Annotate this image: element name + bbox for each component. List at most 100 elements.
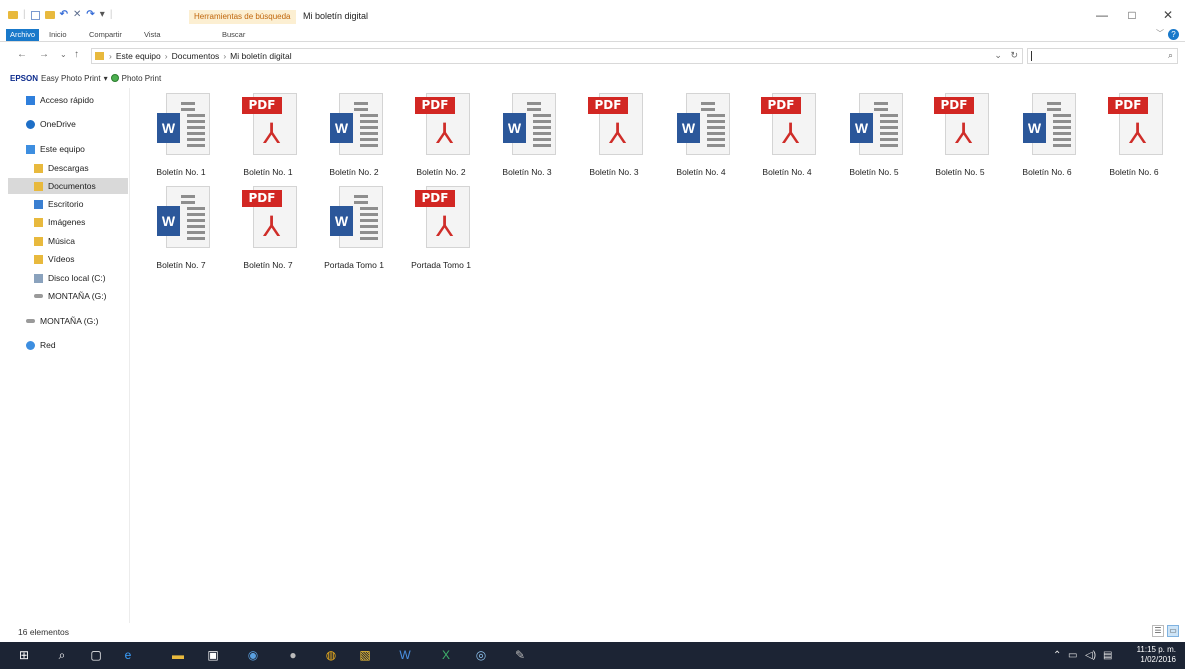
sidebar-item-label: Imágenes — [48, 217, 86, 227]
sidebar-item-4[interactable]: Descargas — [34, 160, 89, 176]
large-icons-view-button[interactable]: ▭ — [1167, 625, 1179, 637]
edge-icon[interactable]: e — [120, 647, 136, 663]
system-clock[interactable]: 11:15 p. m. 1/02/2016 — [1137, 645, 1176, 665]
breadcrumb-separator-icon: › — [109, 51, 112, 61]
file-item[interactable]: W Boletín No. 2 — [313, 93, 395, 183]
sidebar-item-10[interactable]: Disco local (C:) — [34, 270, 106, 286]
text-line — [533, 144, 551, 147]
chrome-icon[interactable]: ◍ — [323, 647, 339, 663]
redo-icon[interactable]: ↷ — [86, 9, 94, 21]
tab-compartir[interactable]: Compartir — [89, 29, 122, 41]
tab-inicio[interactable]: Inicio — [49, 29, 67, 41]
search-icon[interactable]: ⌕ — [54, 647, 70, 663]
file-item[interactable]: PDF ⅄ Boletín No. 7 — [227, 186, 309, 276]
media-icon[interactable]: ● — [285, 647, 301, 663]
customize-qat-icon[interactable]: ▾ — [100, 9, 105, 21]
help-icon[interactable]: ? — [1168, 29, 1179, 40]
file-item[interactable]: PDF ⅄ Boletín No. 2 — [400, 93, 482, 183]
close-button[interactable]: ✕ — [1158, 8, 1178, 22]
address-bar[interactable]: › Este equipo › Documentos › Mi boletín … — [91, 48, 1023, 64]
breadcrumb-documentos[interactable]: Documentos — [172, 51, 220, 61]
text-line — [360, 225, 378, 228]
word-badge-icon: W — [330, 113, 353, 143]
sidebar-item-2[interactable]: OneDrive — [26, 116, 76, 132]
sidebar-item-12[interactable]: MONTAÑA (G:) — [26, 313, 98, 329]
windows-start-icon[interactable]: ⊞ — [16, 647, 32, 663]
file-item[interactable]: W Boletín No. 5 — [833, 93, 915, 183]
breadcrumb-este-equipo[interactable]: Este equipo — [116, 51, 161, 61]
app2-icon[interactable]: ▧ — [357, 647, 373, 663]
text-line — [1053, 144, 1071, 147]
text-line — [360, 114, 378, 117]
text-line — [181, 102, 195, 105]
maximize-button[interactable]: □ — [1122, 8, 1142, 22]
ribbon-expand-icon[interactable]: ﹀ — [1156, 28, 1164, 39]
tab-buscar[interactable]: Buscar — [222, 29, 245, 41]
word-document-icon: W — [330, 93, 383, 155]
network-tray-icon[interactable]: ▭ — [1068, 650, 1077, 661]
file-item[interactable]: W Boletín No. 7 — [140, 186, 222, 276]
app4-icon[interactable]: ✎ — [512, 647, 528, 663]
show-hidden-icons-icon[interactable]: ⌃ — [1053, 650, 1061, 661]
minimize-button[interactable]: — — [1092, 8, 1112, 22]
store-icon[interactable]: ▣ — [205, 647, 221, 663]
file-item[interactable]: PDF ⅄ Boletín No. 4 — [746, 93, 828, 183]
sidebar-item-5[interactable]: Documentos — [8, 178, 128, 194]
refresh-icon[interactable]: ↻ — [1010, 50, 1018, 60]
text-line — [1053, 132, 1071, 135]
properties-icon[interactable] — [30, 10, 40, 20]
file-name: Boletín No. 7 — [156, 260, 206, 270]
file-item[interactable]: PDF ⅄ Boletín No. 6 — [1093, 93, 1175, 183]
sidebar-item-9[interactable]: Vídeos — [34, 251, 74, 267]
excel-icon[interactable]: X — [438, 647, 454, 663]
search-icon[interactable]: ⌕ — [1168, 50, 1173, 61]
pdf-badge-icon: PDF — [761, 97, 801, 114]
up-button[interactable]: ↑ — [74, 49, 79, 60]
text-line — [360, 132, 378, 135]
breadcrumb-mi-boletin-digital[interactable]: Mi boletín digital — [230, 51, 291, 61]
file-item[interactable]: PDF ⅄ Boletín No. 3 — [573, 93, 655, 183]
file-name: Boletín No. 2 — [329, 167, 379, 177]
easy-photo-print-button[interactable]: Easy Photo Print — [41, 74, 101, 83]
pdf-badge-icon: PDF — [1108, 97, 1148, 114]
undo-icon[interactable]: ↶ — [60, 9, 68, 21]
volume-tray-icon[interactable]: ◁) — [1085, 650, 1096, 661]
task-view-icon[interactable]: ▢ — [88, 647, 104, 663]
sidebar-item-6[interactable]: Escritorio — [34, 196, 83, 212]
sidebar-item-11[interactable]: MONTAÑA (G:) — [34, 288, 106, 304]
action-center-icon[interactable]: ▤ — [1103, 650, 1112, 661]
forward-button[interactable]: → — [39, 49, 49, 60]
recent-locations-button[interactable]: ⌄ — [60, 50, 67, 59]
sidebar-item-7[interactable]: Imágenes — [34, 214, 85, 230]
file-item[interactable]: W Boletín No. 1 — [140, 93, 222, 183]
search-input[interactable]: ⌕ — [1027, 48, 1178, 64]
sidebar-item-3[interactable]: Este equipo — [26, 141, 85, 157]
word-icon[interactable]: W — [397, 647, 413, 663]
sidebar-item-8[interactable]: Música — [34, 233, 75, 249]
file-explorer-icon[interactable]: ▬ — [170, 647, 186, 663]
pdf-badge-icon: PDF — [242, 97, 282, 114]
app3-icon[interactable]: ◎ — [473, 647, 489, 663]
new-folder-icon[interactable] — [44, 11, 55, 19]
file-item[interactable]: PDF ⅄ Boletín No. 1 — [227, 93, 309, 183]
file-item[interactable]: PDF ⅄ Boletín No. 5 — [919, 93, 1001, 183]
word-badge-icon: W — [850, 113, 873, 143]
address-dropdown-icon[interactable]: ⌄ — [994, 50, 1002, 60]
sidebar-item-1[interactable]: Acceso rápido — [26, 92, 94, 108]
sidebar-item-13[interactable]: Red — [26, 337, 56, 353]
file-item[interactable]: W Boletín No. 6 — [1006, 93, 1088, 183]
app-icon[interactable]: ◉ — [245, 647, 261, 663]
details-view-button[interactable]: ☰ — [1152, 625, 1164, 637]
text-line — [533, 138, 551, 141]
file-item[interactable]: W Boletín No. 3 — [486, 93, 568, 183]
tab-vista[interactable]: Vista — [144, 29, 161, 41]
pictures-folder-icon — [34, 217, 43, 227]
file-item[interactable]: W Portada Tomo 1 — [313, 186, 395, 276]
dropdown-arrow-icon[interactable]: ▾ — [104, 74, 108, 83]
file-item[interactable]: PDF ⅄ Portada Tomo 1 — [400, 186, 482, 276]
delete-icon[interactable]: ✕ — [73, 9, 81, 21]
back-button[interactable]: ← — [17, 49, 27, 60]
tab-archivo[interactable]: Archivo — [6, 29, 40, 41]
photo-print-button[interactable]: Photo Print — [122, 74, 162, 83]
file-item[interactable]: W Boletín No. 4 — [660, 93, 742, 183]
